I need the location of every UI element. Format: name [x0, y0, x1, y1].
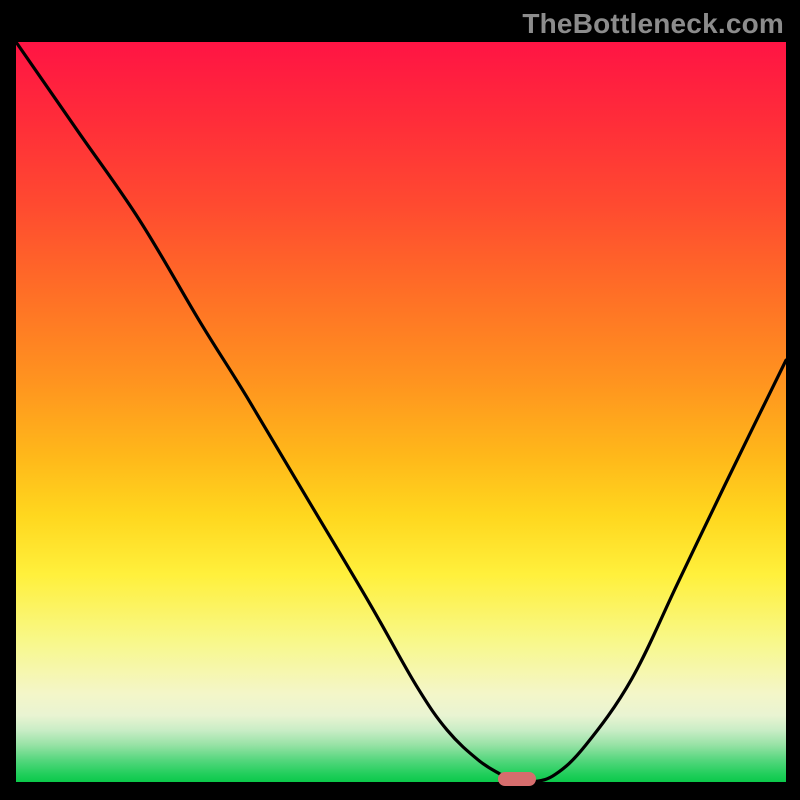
bottleneck-marker: [498, 772, 536, 786]
bottleneck-curve: [16, 42, 786, 782]
watermark-text: TheBottleneck.com: [522, 8, 784, 40]
chart-container: TheBottleneck.com: [0, 0, 800, 800]
plot-area: [16, 42, 786, 782]
